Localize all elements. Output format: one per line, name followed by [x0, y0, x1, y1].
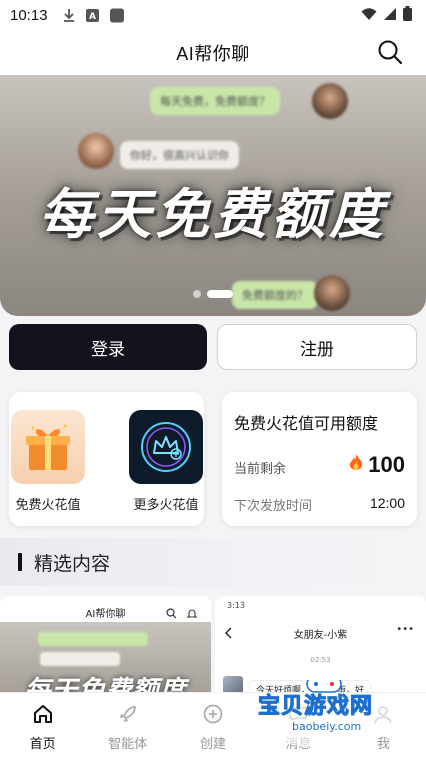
card-status-time: 3:13 — [227, 601, 245, 610]
promo-banner[interactable]: 每天免费，免费额度？ 你好，很高兴认识你 免费额度的？ 每天免费额度 — [0, 75, 426, 316]
gift-box-icon — [11, 410, 85, 484]
nav-create-label: 创建 — [200, 737, 227, 752]
free-spark-item[interactable]: 免费火花值 — [9, 410, 87, 513]
watermark-text: 宝贝游戏网 — [257, 694, 374, 720]
fire-icon — [348, 453, 364, 477]
remaining-value: 100 — [368, 452, 405, 477]
next-issue-time: 12:00 — [369, 495, 405, 511]
search-icon — [166, 604, 177, 623]
auth-buttons: 登录 注册 — [9, 324, 417, 370]
rocket-icon — [117, 703, 139, 729]
remaining-label: 当前剩余 — [234, 462, 287, 477]
avatar — [312, 83, 348, 119]
banner-headline: 每天免费额度 — [39, 183, 387, 246]
watermark-url: baobeiy.com — [286, 720, 368, 733]
nav-create[interactable]: 创建 — [170, 693, 255, 757]
section-title: 精选内容 — [34, 552, 111, 575]
nav-home-label: 首页 — [29, 737, 56, 752]
page-title: AI帮你聊 — [176, 43, 250, 64]
card-title: AI帮你聊 — [85, 609, 126, 620]
chat-bubble: 你好，很高兴认识你 — [120, 141, 239, 169]
chat-time: 02:53 — [310, 656, 331, 664]
chat-bubble: 每天免费，免费额度？ — [150, 87, 280, 115]
free-spark-label: 免费火花值 — [15, 498, 81, 513]
pager-dot[interactable] — [193, 290, 201, 298]
battery-icon — [403, 5, 412, 25]
spark-feature-card: 免费火花值 更多火花值 — [9, 392, 204, 526]
nav-home[interactable]: 首页 — [0, 693, 85, 757]
chat-bubble — [38, 632, 148, 646]
svg-text:A: A — [89, 12, 96, 22]
remaining-value-group: 100 — [348, 452, 405, 478]
status-right — [361, 5, 412, 25]
nav-agents[interactable]: 智能体 — [85, 693, 170, 757]
status-time: 10:13 — [10, 6, 48, 24]
chat-bubble — [40, 652, 120, 666]
square-app-icon — [109, 8, 124, 22]
status-bar: 10:13 A — [0, 0, 426, 30]
pager-dot-active[interactable] — [207, 290, 233, 298]
download-icon — [62, 8, 76, 22]
more-icon: ••• — [396, 624, 414, 635]
wifi-icon — [361, 6, 377, 25]
app-screen: 10:13 A AI帮你聊 每天免费，免费额度？ 你好，很高兴认识你 免费额度的… — [0, 0, 426, 757]
section-accent-bar — [18, 553, 22, 571]
a-app-icon: A — [86, 8, 100, 22]
home-icon — [32, 703, 54, 729]
banner-pager[interactable] — [0, 290, 426, 298]
spark-quota-card: 免费火花值可用额度 当前剩余 100 下次发放时间 12:00 — [222, 392, 417, 526]
bell-icon — [186, 604, 198, 623]
crown-icon — [129, 410, 203, 484]
plus-circle-icon — [202, 703, 224, 729]
content-card[interactable]: AI帮你聊 每天免费额度 — [0, 596, 211, 706]
more-spark-item[interactable]: 更多火花值 — [127, 410, 205, 513]
watermark: 宝贝游戏网 baobeiy.com — [250, 680, 400, 752]
quota-title: 免费火花值可用额度 — [234, 414, 379, 433]
avatar — [78, 133, 114, 169]
nav-agents-label: 智能体 — [108, 737, 148, 752]
featured-section-header: 精选内容 — [0, 538, 426, 586]
more-spark-label: 更多火花值 — [133, 498, 199, 513]
next-issue-label: 下次发放时间 — [234, 499, 313, 514]
signal-icon — [383, 6, 397, 25]
app-header: AI帮你聊 — [0, 30, 426, 75]
register-button[interactable]: 注册 — [217, 324, 417, 370]
chat-title: 女朋友-小紫 — [293, 630, 348, 641]
login-button[interactable]: 登录 — [9, 324, 207, 370]
search-icon[interactable] — [376, 38, 404, 66]
